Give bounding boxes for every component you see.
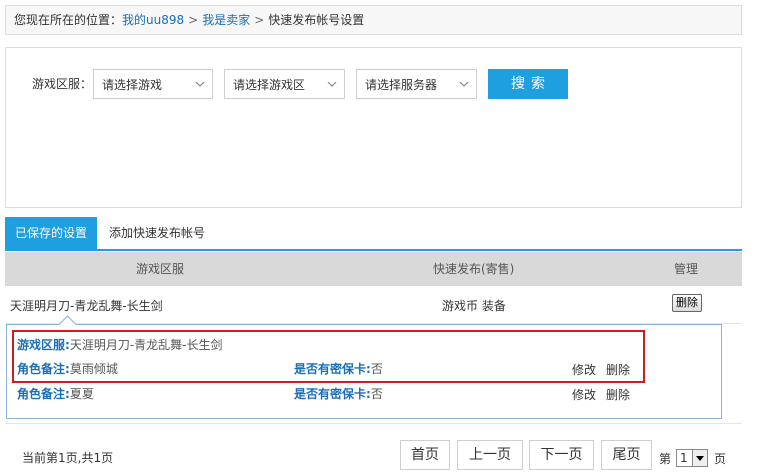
breadcrumb-link-seller[interactable]: 我是卖家 <box>202 13 250 27</box>
role-note-key: 角色备注: <box>17 362 70 376</box>
game-select[interactable]: 请选择游戏 <box>93 69 213 99</box>
column-header-publish: 快速发布(寄售) <box>433 262 515 276</box>
breadcrumb-separator: > <box>188 13 199 27</box>
server-detail-popup: 游戏区服:天涯明月刀-青龙乱舞-长生剑 角色备注:莫雨倾城 是否有密保卡:否 修… <box>6 315 722 419</box>
tab-bar: 已保存的设置 添加快速发布帐号 <box>5 217 742 251</box>
next-page-button[interactable]: 下一页 <box>529 440 594 470</box>
zone-select-value: 请选择游戏区 <box>233 78 306 92</box>
pager-info: 当前第1页,共1页 <box>22 451 114 465</box>
filter-panel: 游戏区服： 请选择游戏 请选择游戏区 请选择服务器 搜索 <box>5 47 742 208</box>
breadcrumb: 您现在所在的位置：我的uu898 > 我是卖家 > 快速发布帐号设置 <box>5 5 742 35</box>
filter-label: 游戏区服： <box>32 77 93 91</box>
delete-link[interactable]: 删除 <box>606 387 630 403</box>
page-suffix: 页 <box>714 452 727 466</box>
breadcrumb-separator: > <box>254 13 265 27</box>
search-button[interactable]: 搜索 <box>488 69 568 99</box>
role-note-key: 角色备注: <box>17 387 70 401</box>
breadcrumb-link-my-uu898[interactable]: 我的uu898 <box>122 13 184 27</box>
column-header-manage: 管理 <box>674 262 699 276</box>
server-select[interactable]: 请选择服务器 <box>356 69 477 99</box>
edit-link[interactable]: 修改 <box>572 362 596 378</box>
breadcrumb-current: 快速发布帐号设置 <box>268 13 365 27</box>
popup-server-key: 游戏区服: <box>17 338 70 352</box>
delete-button[interactable]: 删除 <box>672 294 702 312</box>
dropdown-arrow-icon <box>692 450 707 466</box>
popup-server-line: 游戏区服:天涯明月刀-青龙乱舞-长生剑 <box>17 337 222 353</box>
column-header-server: 游戏区服 <box>136 262 185 276</box>
tab-saved-settings[interactable]: 已保存的设置 <box>5 217 98 249</box>
page-number-value: 1 <box>680 451 688 465</box>
row-publish-type: 游戏币 装备 <box>442 299 506 313</box>
popup-server-value: 天涯明月刀-青龙乱舞-长生剑 <box>69 338 223 352</box>
first-page-button[interactable]: 首页 <box>400 440 450 470</box>
page-prefix: 第 <box>659 452 672 466</box>
account-role-line: 角色备注:莫雨倾城 <box>17 361 118 377</box>
delete-link[interactable]: 删除 <box>606 362 630 378</box>
role-note-value: 夏夏 <box>69 387 94 401</box>
security-card-value: 否 <box>370 362 383 376</box>
chevron-down-icon <box>327 81 337 87</box>
table-header: 游戏区服 快速发布(寄售) 管理 <box>5 252 742 286</box>
security-card-key: 是否有密保卡: <box>294 387 371 401</box>
breadcrumb-prefix: 您现在所在的位置： <box>14 13 123 27</box>
zone-select[interactable]: 请选择游戏区 <box>224 69 345 99</box>
security-card-key: 是否有密保卡: <box>294 362 371 376</box>
edit-link[interactable]: 修改 <box>572 387 596 403</box>
account-card-line: 是否有密保卡:否 <box>294 386 383 402</box>
prev-page-button[interactable]: 上一页 <box>457 440 523 470</box>
last-page-button[interactable]: 尾页 <box>601 440 652 470</box>
role-note-value: 莫雨倾城 <box>69 362 118 376</box>
account-role-line: 角色备注:夏夏 <box>17 386 94 402</box>
tab-add-quick-account[interactable]: 添加快速发布帐号 <box>99 217 215 249</box>
server-select-value: 请选择服务器 <box>365 78 438 92</box>
page-number-select[interactable]: 1 <box>676 449 708 467</box>
account-card-line: 是否有密保卡:否 <box>294 361 383 377</box>
table-row: 天涯明月刀-青龙乱舞-长生剑 游戏币 装备 删除 <box>5 286 742 324</box>
row-server[interactable]: 天涯明月刀-青龙乱舞-长生剑 <box>10 298 163 314</box>
security-card-value: 否 <box>370 387 383 401</box>
chevron-down-icon <box>195 81 205 87</box>
game-select-value: 请选择游戏 <box>102 78 163 92</box>
chevron-down-icon <box>459 81 469 87</box>
